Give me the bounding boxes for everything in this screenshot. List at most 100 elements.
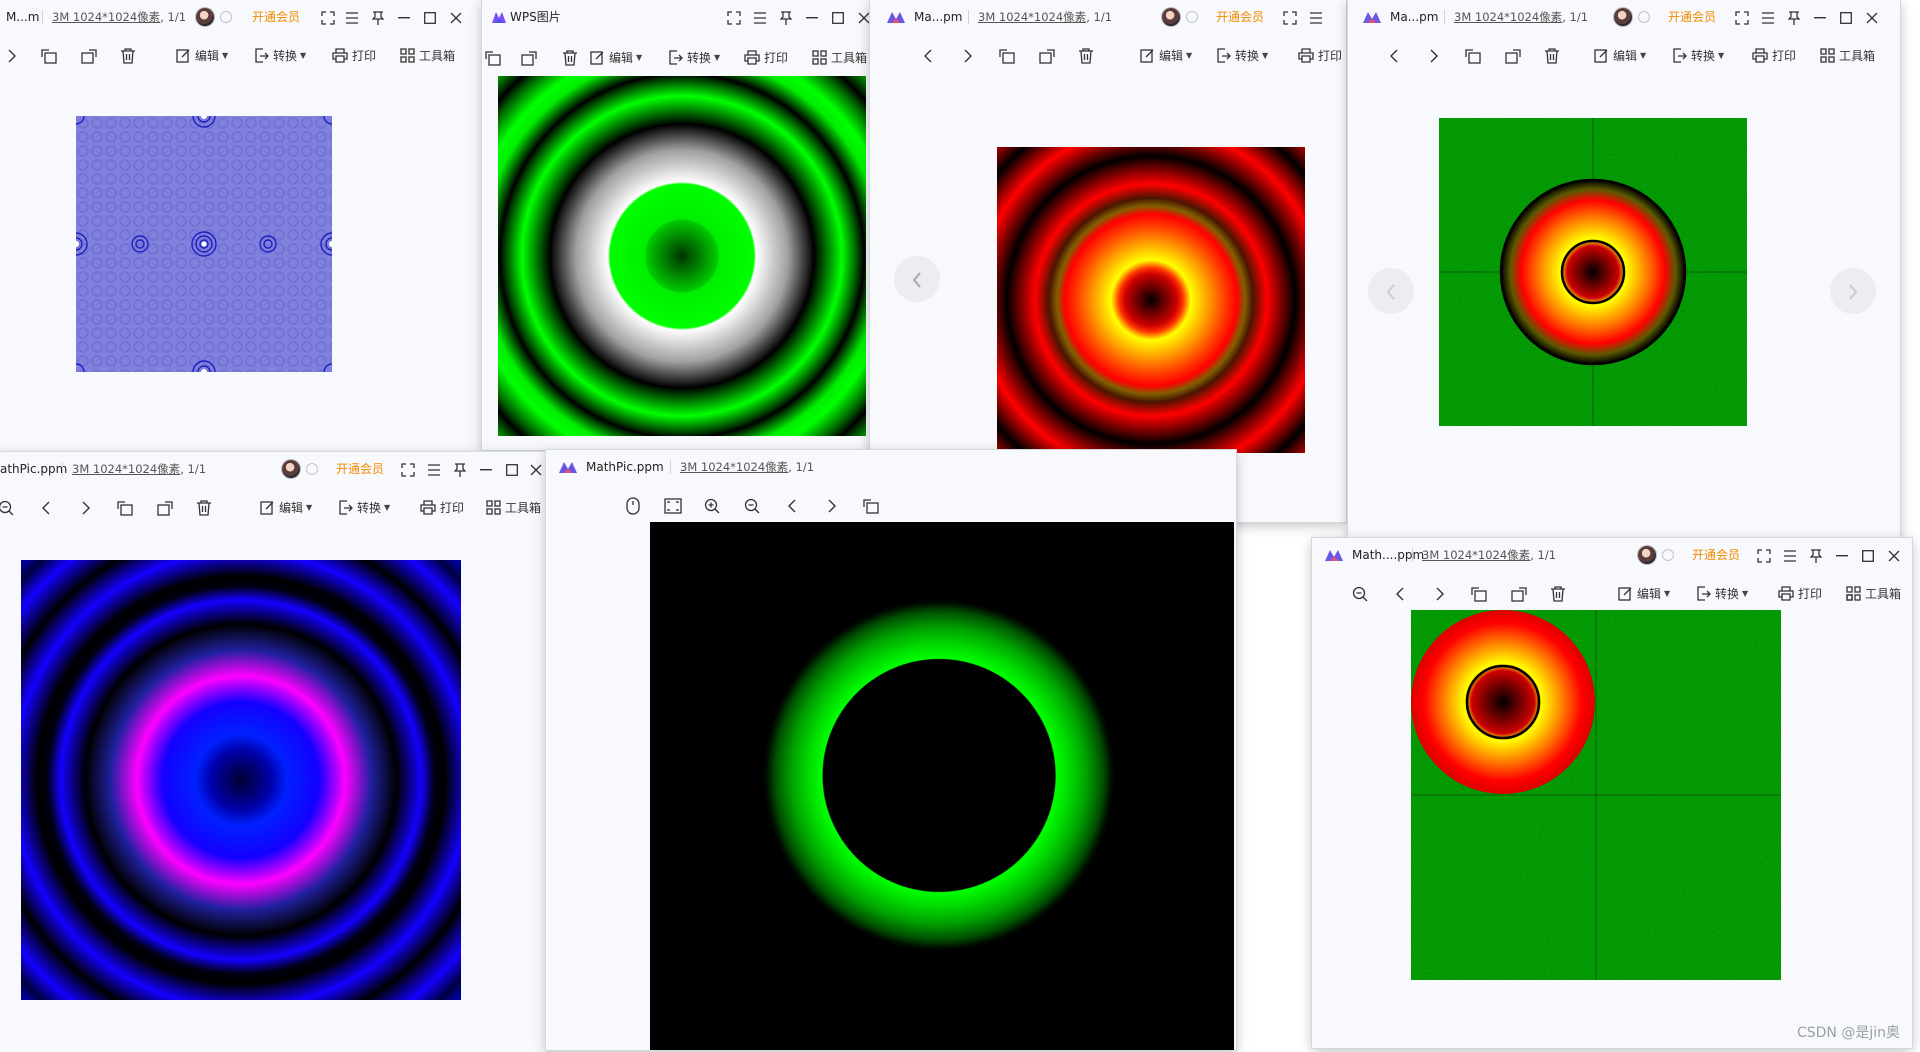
minimize-icon[interactable] (800, 0, 824, 34)
maximize-icon[interactable] (826, 0, 850, 34)
rotate-right-icon[interactable] (1038, 36, 1056, 74)
delete-icon[interactable] (562, 38, 578, 76)
edit-button[interactable]: 编辑 ▼ (176, 36, 228, 74)
fullscreen-icon[interactable] (722, 0, 746, 34)
toolbox-button[interactable]: 工具箱 (486, 488, 541, 526)
vip-link[interactable]: 开通会员 (1216, 0, 1264, 34)
pin-icon[interactable] (366, 0, 390, 34)
zoom-out-icon[interactable] (744, 486, 760, 524)
rotate-left-icon[interactable] (484, 38, 502, 76)
previous-icon[interactable] (922, 36, 934, 74)
print-button[interactable]: 打印 (1778, 574, 1822, 612)
convert-button[interactable]: 转换 ▼ (254, 36, 306, 74)
avatar[interactable] (282, 460, 300, 478)
zoom-out-icon[interactable] (1352, 574, 1368, 612)
rotate-left-icon[interactable] (862, 486, 880, 524)
convert-button[interactable]: 转换 ▼ (668, 38, 720, 76)
maximize-icon[interactable] (1856, 538, 1880, 572)
fullscreen-icon[interactable] (316, 0, 340, 34)
next-icon[interactable] (80, 488, 92, 526)
next-icon[interactable] (6, 36, 18, 74)
close-icon[interactable] (1882, 538, 1906, 572)
previous-icon[interactable] (40, 488, 52, 526)
rotate-left-icon[interactable] (40, 36, 58, 74)
previous-icon[interactable] (1394, 574, 1406, 612)
convert-button[interactable]: 转换 ▼ (1672, 36, 1724, 74)
fullscreen-icon[interactable] (1730, 0, 1754, 34)
menu-icon[interactable] (422, 452, 446, 486)
close-icon[interactable] (444, 0, 468, 34)
avatar[interactable] (1638, 546, 1656, 564)
convert-button[interactable]: 转换 ▼ (1696, 574, 1748, 612)
mouse-icon[interactable] (626, 486, 640, 524)
rotate-left-icon[interactable] (1464, 36, 1482, 74)
avatar[interactable] (196, 8, 214, 26)
file-info[interactable]: 3M 1024*1024像素, 1/1 (680, 450, 814, 484)
zoom-out-icon[interactable] (0, 488, 14, 526)
fullscreen-icon[interactable] (1752, 538, 1776, 572)
delete-icon[interactable] (1078, 36, 1094, 74)
print-button[interactable]: 打印 (332, 36, 376, 74)
vip-link[interactable]: 开通会员 (1668, 0, 1716, 34)
previous-icon[interactable] (1388, 36, 1400, 74)
print-button[interactable]: 打印 (744, 38, 788, 76)
print-button[interactable]: 打印 (420, 488, 464, 526)
edit-button[interactable]: 编辑 ▼ (260, 488, 312, 526)
next-image-button[interactable] (1830, 268, 1876, 314)
rotate-left-icon[interactable] (116, 488, 134, 526)
vip-link[interactable]: 开通会员 (336, 452, 384, 486)
file-info[interactable]: 3M 1024*1024像素, 1/1 (52, 0, 186, 34)
rotate-right-icon[interactable] (1510, 574, 1528, 612)
delete-icon[interactable] (1550, 574, 1566, 612)
edit-button[interactable]: 编辑 ▼ (1618, 574, 1670, 612)
menu-icon[interactable] (1778, 538, 1802, 572)
next-icon[interactable] (1428, 36, 1440, 74)
rotate-right-icon[interactable] (520, 38, 538, 76)
file-info[interactable]: 3M 1024*1024像素, 1/1 (1454, 0, 1588, 34)
rotate-right-icon[interactable] (1504, 36, 1522, 74)
vip-link[interactable]: 开通会员 (1692, 538, 1740, 572)
minimize-icon[interactable] (474, 452, 498, 486)
toolbox-button[interactable]: 工具箱 (812, 38, 867, 76)
convert-button[interactable]: 转换 ▼ (1216, 36, 1268, 74)
fit-window-icon[interactable] (664, 486, 682, 524)
previous-image-button[interactable] (894, 256, 940, 302)
rotate-right-icon[interactable] (156, 488, 174, 526)
fullscreen-icon[interactable] (1278, 0, 1302, 34)
pin-icon[interactable] (774, 0, 798, 34)
file-info[interactable]: 3M 1024*1024像素, 1/1 (1422, 538, 1556, 572)
avatar[interactable] (1614, 8, 1632, 26)
rotate-left-icon[interactable] (1470, 574, 1488, 612)
edit-button[interactable]: 编辑 ▼ (1140, 36, 1192, 74)
close-icon[interactable] (1860, 0, 1884, 34)
zoom-in-icon[interactable] (704, 486, 720, 524)
pin-icon[interactable] (1782, 0, 1806, 34)
delete-icon[interactable] (196, 488, 212, 526)
vip-link[interactable]: 开通会员 (252, 0, 300, 34)
toolbox-button[interactable]: 工具箱 (400, 36, 455, 74)
minimize-icon[interactable] (392, 0, 416, 34)
menu-icon[interactable] (340, 0, 364, 34)
minimize-icon[interactable] (1830, 538, 1854, 572)
print-button[interactable]: 打印 (1752, 36, 1796, 74)
menu-icon[interactable] (748, 0, 772, 34)
menu-icon[interactable] (1756, 0, 1780, 34)
maximize-icon[interactable] (500, 452, 524, 486)
rotate-right-icon[interactable] (80, 36, 98, 74)
menu-icon[interactable] (1304, 0, 1328, 34)
file-info[interactable]: 3M 1024*1024像素, 1/1 (978, 0, 1112, 34)
delete-icon[interactable] (1544, 36, 1560, 74)
next-icon[interactable] (826, 486, 838, 524)
file-info[interactable]: 3M 1024*1024像素, 1/1 (72, 452, 206, 486)
next-icon[interactable] (1434, 574, 1446, 612)
print-button[interactable]: 打印 (1298, 36, 1342, 74)
previous-icon[interactable] (786, 486, 798, 524)
next-icon[interactable] (962, 36, 974, 74)
toolbox-button[interactable]: 工具箱 (1846, 574, 1901, 612)
maximize-icon[interactable] (418, 0, 442, 34)
fullscreen-icon[interactable] (396, 452, 420, 486)
pin-icon[interactable] (448, 452, 472, 486)
convert-button[interactable]: 转换 ▼ (338, 488, 390, 526)
toolbox-button[interactable]: 工具箱 (1820, 36, 1875, 74)
avatar[interactable] (1162, 8, 1180, 26)
